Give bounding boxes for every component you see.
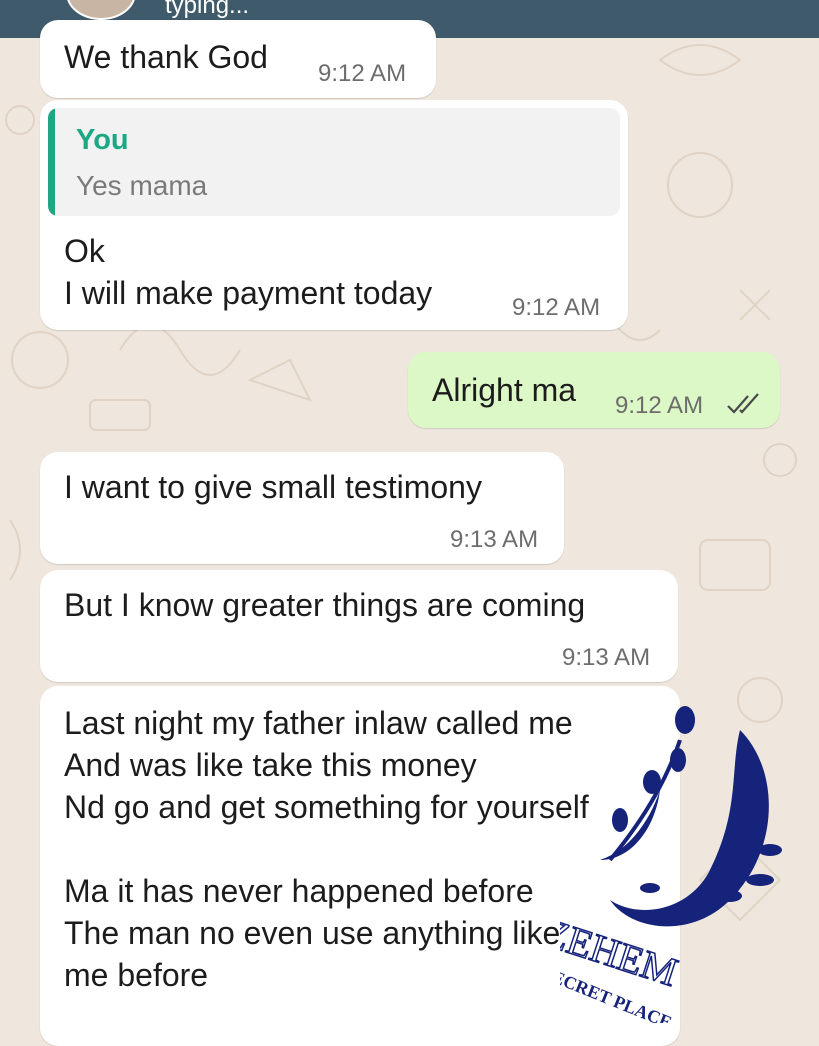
- message-text: I want to give small testimony: [64, 469, 482, 505]
- contact-avatar[interactable]: [66, 0, 136, 20]
- quoted-message[interactable]: You Yes mama: [48, 108, 620, 216]
- message-text: Alright ma: [432, 372, 577, 408]
- message-text: But I know greater things are coming: [64, 587, 586, 623]
- message-time: 9:12 AM: [318, 60, 407, 87]
- message-time: 9:13 AM: [562, 644, 651, 671]
- quote-text: Yes mama: [76, 170, 208, 201]
- double-check-icon: [727, 393, 759, 414]
- message-bubble[interactable]: You Yes mama Ok I will make payment toda…: [40, 100, 628, 330]
- message-bubble[interactable]: We thank God 9:12 AM: [40, 20, 436, 98]
- zehem-watermark-logo: ZEHEM SECRET PLACE: [560, 706, 782, 1023]
- message-bubble[interactable]: I want to give small testimony 9:13 AM: [40, 452, 564, 564]
- typing-status: typing...: [165, 0, 250, 19]
- message-text: We thank God: [64, 39, 268, 75]
- message-time: 9:12 AM: [615, 392, 704, 419]
- message-text: Last night my father inlaw called me And…: [64, 705, 589, 993]
- message-bubble-outgoing[interactable]: Alright ma 9:12 AM: [408, 352, 780, 428]
- message-text: Ok I will make payment today: [64, 233, 433, 311]
- quote-author: You: [76, 124, 129, 156]
- message-time: 9:13 AM: [450, 526, 539, 553]
- message-bubble[interactable]: But I know greater things are coming 9:1…: [40, 570, 678, 682]
- message-time: 9:12 AM: [512, 294, 601, 321]
- quote-accent-bar: [48, 108, 55, 216]
